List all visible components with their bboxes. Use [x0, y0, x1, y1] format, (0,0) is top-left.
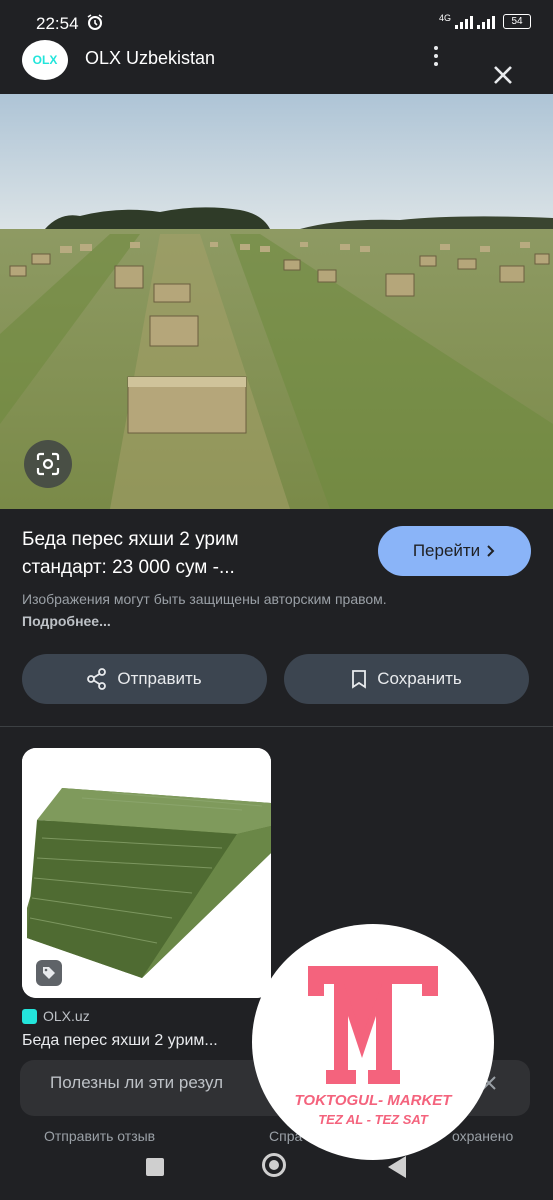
watermark-slogan: TEZ AL - TEZ SAT — [318, 1112, 428, 1127]
recents-button[interactable] — [146, 1158, 164, 1176]
source-header: OLX OLX Uzbekistan — [0, 40, 553, 94]
bookmark-icon — [352, 670, 367, 689]
save-label: Сохранить — [377, 669, 462, 688]
olx-logo[interactable]: OLX — [22, 40, 68, 80]
signal-indicators: 4G 54 — [438, 12, 531, 29]
signal-icon-2 — [477, 15, 495, 29]
lens-icon — [36, 452, 60, 476]
toktogul-market-watermark: TOKTOGUL- MARKET TEZ AL - TEZ SAT — [252, 924, 494, 1160]
share-button[interactable]: Отправить — [22, 654, 267, 704]
hay-field-image[interactable] — [0, 94, 553, 509]
feedback-question: Полезны ли эти резул — [50, 1073, 224, 1092]
more-options-icon[interactable] — [430, 46, 442, 70]
status-bar: 22:54 4G 54 — [0, 0, 553, 40]
share-label: Отправить — [117, 669, 202, 688]
copyright-note: Изображения могут быть защищены авторски… — [22, 588, 422, 632]
result-title[interactable]: Беда перес яхши 2 урим стандарт: 23 000 … — [22, 526, 352, 582]
signal-icon — [455, 15, 473, 29]
send-feedback-link[interactable]: Отправить отзыв — [44, 1128, 155, 1144]
watermark-brand: TOKTOGUL- MARKET — [294, 1092, 452, 1109]
price-tag-icon — [36, 960, 62, 986]
site-name[interactable]: OLX Uzbekistan — [85, 48, 215, 69]
olx-favicon-icon — [22, 1008, 37, 1024]
hay-field-photo — [0, 94, 553, 509]
close-icon[interactable] — [490, 62, 516, 88]
alarm-icon — [87, 14, 103, 30]
save-button[interactable]: Сохранить — [284, 654, 529, 704]
related-title[interactable]: Беда перес яхши 2 урим... — [22, 1032, 218, 1050]
related-image[interactable] — [22, 748, 271, 998]
google-lens-button[interactable] — [24, 440, 72, 488]
clock: 22:54 — [36, 14, 79, 33]
visit-button[interactable]: Перейти — [378, 526, 531, 576]
copyright-text: Изображения могут быть защищены авторски… — [22, 591, 387, 607]
result-title-line2: стандарт: 23 000 сум -... — [22, 557, 235, 578]
chevron-right-icon — [487, 545, 495, 557]
battery-icon: 54 — [503, 14, 531, 29]
battery-level: 54 — [511, 16, 523, 27]
related-source-label: OLX.uz — [43, 1008, 90, 1024]
related-source[interactable]: OLX.uz — [22, 1008, 90, 1024]
result-title-line1: Беда перес яхши 2 урим — [22, 529, 239, 550]
visit-label: Перейти — [412, 541, 481, 560]
network-type: 4G — [438, 12, 451, 23]
divider — [0, 726, 553, 727]
learn-more-link[interactable]: Подробнее... — [22, 613, 111, 629]
share-icon — [87, 668, 107, 690]
olx-logo-text: OLX — [32, 53, 58, 67]
